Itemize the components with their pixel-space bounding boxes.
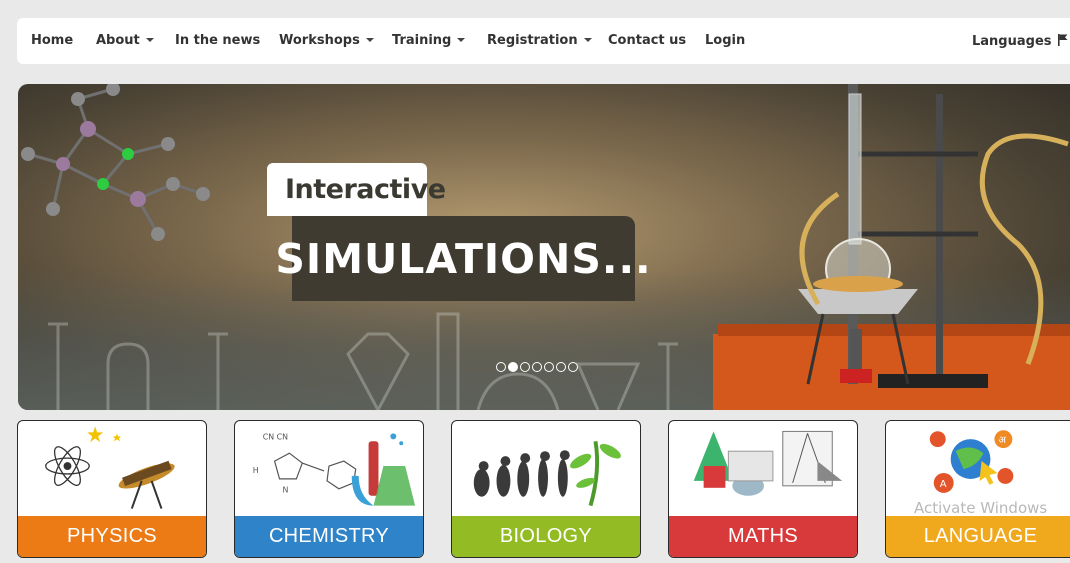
subject-card-language[interactable]: अ A LANGUAGE [885, 420, 1070, 558]
svg-text:अ: अ [998, 435, 1006, 446]
svg-text:A: A [940, 479, 947, 490]
flag-icon [1057, 34, 1068, 46]
nav-registration-label: Registration [487, 33, 578, 48]
nav-training[interactable]: Training [392, 33, 466, 48]
subject-card-maths[interactable]: MATHS [668, 420, 858, 558]
hero-title-line2: SIMULATIONS... [275, 216, 651, 301]
subject-label-language: LANGUAGE [886, 516, 1070, 557]
atom-telescope-icon [45, 426, 175, 509]
nav-contact-us[interactable]: Contact us [608, 33, 686, 48]
svg-text:H: H [253, 466, 259, 475]
subject-label-maths: MATHS [669, 516, 857, 557]
carousel-dot[interactable] [556, 362, 566, 372]
chevron-down-icon [583, 37, 592, 42]
subject-label-chemistry: CHEMISTRY [235, 516, 423, 557]
carousel-dot[interactable] [532, 362, 542, 372]
nav-login[interactable]: Login [705, 33, 745, 48]
windows-activation-watermark: Activate Windows [914, 499, 1048, 517]
chevron-down-icon [457, 37, 466, 42]
molecule-flask-icon: CN CN H N [253, 432, 416, 506]
chevron-down-icon [365, 37, 374, 42]
hero-carousel[interactable]: Interactive SIMULATIONS... [18, 84, 1070, 410]
nav-workshops[interactable]: Workshops [279, 33, 374, 48]
carousel-dot[interactable] [520, 362, 530, 372]
chevron-down-icon [145, 37, 154, 42]
nav-training-label: Training [392, 33, 452, 48]
carousel-dot[interactable] [508, 362, 518, 372]
svg-text:CN CN: CN CN [263, 432, 288, 441]
nav-about[interactable]: About [96, 33, 154, 48]
subject-card-biology[interactable]: BIOLOGY [451, 420, 641, 558]
shapes-tools-icon [693, 430, 843, 496]
carousel-indicators [496, 362, 578, 372]
subject-card-chemistry[interactable]: CN CN H N CHEMISTRY [234, 420, 424, 558]
nav-home[interactable]: Home [31, 33, 73, 48]
carousel-dot[interactable] [568, 362, 578, 372]
subject-label-biology: BIOLOGY [452, 516, 640, 557]
subject-label-physics: PHYSICS [18, 516, 206, 557]
carousel-dot[interactable] [544, 362, 554, 372]
nav-in-the-news[interactable]: In the news [175, 33, 260, 48]
nav-workshops-label: Workshops [279, 33, 360, 48]
hero-title-line1: Interactive [267, 163, 446, 216]
nav-about-label: About [96, 33, 140, 48]
top-navbar: Home About In the news Workshops Trainin… [17, 18, 1070, 64]
nav-registration[interactable]: Registration [487, 33, 592, 48]
carousel-dot[interactable] [496, 362, 506, 372]
nav-languages-label: Languages [972, 34, 1052, 49]
evolution-plant-icon [473, 440, 621, 507]
nav-languages[interactable]: Languages [972, 33, 1068, 49]
svg-text:N: N [282, 486, 288, 495]
subject-card-physics[interactable]: PHYSICS [17, 420, 207, 558]
